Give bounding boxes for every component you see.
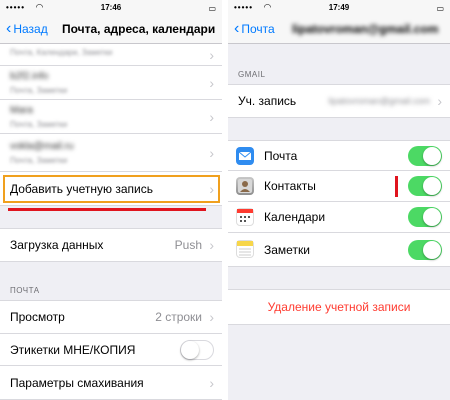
- account-subtitle: Почта, Заметки: [10, 120, 68, 129]
- account-row[interactable]: Mara Почта, Заметки ›: [0, 100, 222, 134]
- chevron-right-icon: ›: [209, 108, 214, 125]
- contacts-toggle[interactable]: [408, 176, 442, 196]
- status-bar: ••••• ◠ 17:46 ▭: [0, 0, 222, 16]
- account-row[interactable]: Уч. запись lipatovroman@gmail.com ›: [228, 84, 450, 118]
- account-label: Уч. запись: [238, 94, 297, 108]
- highlight-frame: [3, 175, 220, 203]
- battery-icon: ▭: [436, 4, 444, 13]
- back-button[interactable]: ‹ Назад: [6, 20, 48, 37]
- mail-icon: [236, 147, 254, 165]
- notes-toggle[interactable]: [408, 240, 442, 260]
- cc-labels-label: Этикетки МНЕ/КОПИЯ: [10, 342, 136, 357]
- chevron-right-icon: ›: [209, 144, 214, 161]
- account-value: lipatovroman@gmail.com: [328, 96, 430, 106]
- annotation-marker: [395, 176, 398, 197]
- account-row[interactable]: b2f2.info Почта, Заметки ›: [0, 66, 222, 100]
- service-row-mail: Почта: [228, 140, 450, 171]
- back-label: Почта: [241, 22, 275, 36]
- swipe-options-row[interactable]: Параметры смахивания ›: [0, 366, 222, 400]
- account-row[interactable]: vokla@mail.ru Почта, Заметки ›: [0, 134, 222, 172]
- account-name: b2f2.info: [10, 71, 49, 82]
- chevron-right-icon: ›: [209, 46, 214, 63]
- cc-labels-toggle[interactable]: [180, 340, 214, 360]
- chevron-right-icon: ›: [209, 374, 214, 391]
- annotation-underline: [8, 208, 206, 211]
- page-title: lipatovroman@gmail.com: [292, 22, 439, 36]
- preview-label: Просмотр: [10, 310, 65, 324]
- status-time: 17:46: [100, 3, 122, 12]
- chevron-right-icon: ›: [437, 93, 442, 109]
- battery-icon: ▭: [208, 4, 216, 13]
- account-subtitle: Почта, Календари, Заметки: [10, 48, 113, 57]
- account-subtitle: Почта, Заметки: [10, 86, 68, 95]
- account-name: vokla@mail.ru: [10, 141, 74, 152]
- account-subtitle: Почта, Заметки: [10, 156, 68, 165]
- notes-icon: [236, 240, 254, 258]
- status-bar: ••••• ◠ 17:49 ▭: [228, 0, 450, 16]
- service-label: Почта: [264, 148, 298, 163]
- delete-account-button[interactable]: Удаление учетной записи: [268, 300, 411, 314]
- service-row-notes: Заметки: [228, 233, 450, 267]
- chevron-right-icon: ›: [209, 74, 214, 91]
- contacts-icon: [236, 177, 254, 195]
- service-row-contacts: Контакты: [228, 171, 450, 202]
- calendar-icon: [236, 208, 254, 226]
- chevron-right-icon: ›: [209, 309, 214, 325]
- service-label: Заметки: [264, 242, 310, 257]
- back-label: Назад: [13, 22, 48, 36]
- service-row-calendars: Календари: [228, 202, 450, 233]
- preview-value: 2 строки: [155, 310, 202, 324]
- account-row-partial[interactable]: Почта, Календари, Заметки ›: [0, 44, 222, 66]
- back-button[interactable]: ‹ Почта: [234, 20, 275, 37]
- mail-toggle[interactable]: [408, 146, 442, 166]
- service-label: Контакты: [264, 179, 316, 193]
- section-header: GMAIL: [238, 70, 266, 79]
- fetch-label: Загрузка данных: [10, 238, 104, 252]
- preview-row[interactable]: Просмотр 2 строки ›: [0, 300, 222, 334]
- account-name: Mara: [10, 105, 33, 116]
- swipe-options-label: Параметры смахивания: [10, 375, 144, 390]
- delete-account-row[interactable]: Удаление учетной записи: [228, 289, 450, 325]
- nav-bar: ‹ Почта lipatovroman@gmail.com: [228, 16, 450, 44]
- left-screen: ••••• ◠ 17:46 ▭ ‹ Назад Почта, адреса, к…: [0, 0, 222, 400]
- chevron-left-icon: ‹: [234, 20, 240, 37]
- section-header: ПОЧТА: [10, 286, 40, 295]
- page-title: Почта, адреса, календари: [62, 22, 216, 36]
- chevron-right-icon: ›: [209, 237, 214, 253]
- calendars-toggle[interactable]: [408, 207, 442, 227]
- nav-bar: ‹ Назад Почта, адреса, календари: [0, 16, 222, 44]
- cc-labels-row: Этикетки МНЕ/КОПИЯ: [0, 334, 222, 366]
- status-time: 17:49: [328, 3, 350, 12]
- fetch-value: Push: [174, 238, 202, 252]
- service-label: Календари: [264, 210, 326, 224]
- chevron-left-icon: ‹: [6, 20, 12, 37]
- right-screen: ••••• ◠ 17:49 ▭ ‹ Почта lipatovroman@gma…: [228, 0, 450, 400]
- fetch-row[interactable]: Загрузка данных Push ›: [0, 228, 222, 262]
